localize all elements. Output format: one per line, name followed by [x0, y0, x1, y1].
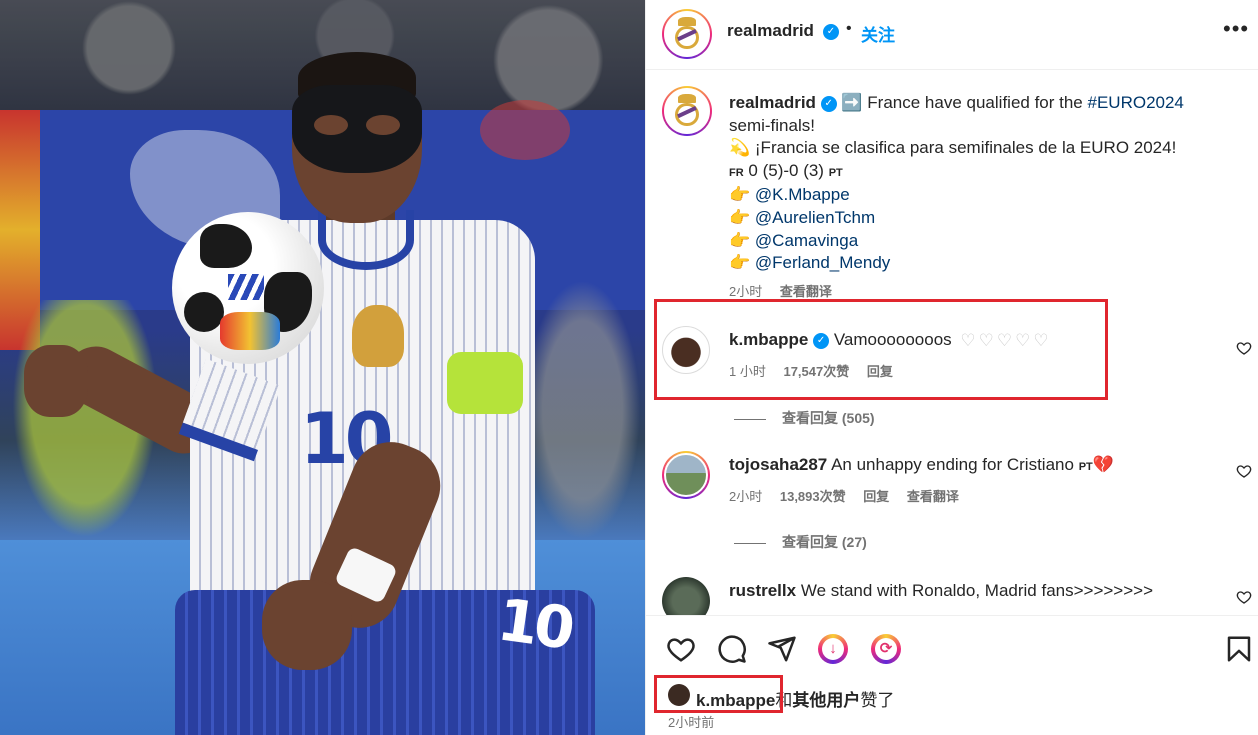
divider-line: [734, 418, 766, 420]
comment-icon[interactable]: [717, 634, 747, 664]
divider-line: [734, 542, 766, 544]
mention-link[interactable]: @K.Mbappe: [755, 185, 850, 204]
comment-likes[interactable]: 13,893次赞: [780, 489, 846, 504]
liked-end: 赞了: [860, 691, 895, 710]
share-icon[interactable]: [767, 634, 797, 664]
avatar-inner: [664, 11, 710, 57]
mention-link[interactable]: @AurelienTchm: [755, 208, 875, 227]
comment-suffix: PT: [1078, 461, 1093, 473]
repost-glyph: ⟳: [875, 638, 897, 660]
ball-panel: [220, 312, 280, 350]
more-options-icon[interactable]: •••: [1223, 16, 1249, 42]
score-text: 0 (5)-0 (3): [743, 160, 829, 180]
commenter-username[interactable]: tojosaha287: [729, 455, 827, 474]
score-pt: PT: [828, 166, 843, 179]
captain-armband: [447, 352, 523, 414]
reply-button[interactable]: 回复: [863, 489, 889, 504]
comment-time: 2小时: [729, 489, 763, 504]
spark-emoji: 💫: [729, 138, 751, 158]
comment-body: An unhappy ending for Cristiano: [831, 455, 1074, 474]
ball-panel: [200, 224, 252, 268]
mention-link[interactable]: @Ferland_Mendy: [755, 253, 890, 272]
repost-icon[interactable]: ⟳: [871, 634, 901, 664]
commenter-avatar[interactable]: [662, 451, 710, 499]
point-emoji: 👉: [729, 230, 751, 250]
real-madrid-crest-icon: [666, 90, 708, 132]
avatar-inner: [664, 453, 708, 497]
football: [172, 212, 324, 364]
liked-others-link[interactable]: 其他用户: [792, 691, 860, 710]
comment-like-icon[interactable]: [1236, 463, 1252, 479]
mask-eyehole: [314, 115, 348, 135]
highlight-box: [654, 675, 783, 713]
comment-text: tojosaha287 An unhappy ending for Cristi…: [729, 455, 1189, 475]
see-translation-button[interactable]: 查看翻译: [780, 284, 832, 299]
follow-button[interactable]: 关注: [861, 21, 895, 46]
comment-text: rustrellx We stand with Ronaldo, Madrid …: [729, 581, 1189, 601]
real-madrid-crest-icon: [666, 13, 708, 55]
arrow-emoji: ➡️: [841, 93, 863, 112]
view-replies-label: 查看回复 (505): [782, 410, 875, 426]
caption-avatar[interactable]: [662, 86, 712, 136]
highlight-box: [654, 299, 1108, 400]
shorts-number: 10: [493, 585, 576, 663]
player-hand: [262, 580, 352, 670]
avatar-inner: [664, 88, 710, 134]
view-replies-button[interactable]: 查看回复 (27): [734, 532, 867, 552]
caption-text: realmadrid ✓ ➡️ France have qualified fo…: [729, 92, 1209, 303]
post-image[interactable]: 10 10: [0, 0, 645, 735]
mask-eyehole: [366, 115, 400, 135]
caption-line2: ¡Francia se clasifica para semifinales d…: [750, 138, 1177, 158]
caption-time: 2小时: [729, 283, 763, 299]
player-fist: [24, 345, 88, 417]
commenter-avatar[interactable]: [662, 577, 710, 615]
ball-panel: [184, 292, 224, 332]
face-mask: [292, 85, 422, 173]
football-player: 10 10: [0, 0, 645, 735]
hashtag-link[interactable]: #EURO2024: [1088, 93, 1184, 112]
download-icon[interactable]: ↓: [818, 634, 848, 664]
caption-line1: France have qualified for the: [862, 93, 1088, 112]
comment-like-icon[interactable]: [1236, 340, 1252, 356]
comment-body: We stand with Ronaldo, Madrid fans>>>>>>…: [800, 581, 1154, 600]
verified-badge-icon: ✓: [820, 95, 837, 112]
commenter-username[interactable]: rustrellx: [729, 581, 796, 600]
caption-line1-end: semi-finals!: [729, 115, 815, 135]
author-avatar[interactable]: [662, 9, 712, 59]
post-detail-panel: realmadrid ✓ • 关注 ••• realmadrid ✓ ➡️ Fr…: [645, 0, 1258, 735]
verified-badge-icon: ✓: [823, 24, 839, 40]
comment-meta: 2小时 13,893次赞 回复 查看翻译: [729, 486, 973, 505]
point-emoji: 👉: [729, 253, 751, 273]
rooster-crest: [352, 305, 404, 367]
post-time-ago: 2小时前: [668, 715, 715, 730]
separator-dot: •: [846, 20, 852, 37]
view-replies-button[interactable]: 查看回复 (505): [734, 408, 875, 428]
broken-heart-emoji: 💔: [1092, 455, 1114, 474]
heart-icon[interactable]: [666, 634, 696, 664]
see-translation-button[interactable]: 查看翻译: [907, 489, 959, 504]
view-replies-label: 查看回复 (27): [782, 534, 867, 550]
point-emoji: 👉: [729, 207, 751, 227]
point-emoji: 👉: [729, 185, 751, 205]
mention-link[interactable]: @Camavinga: [755, 231, 858, 250]
comment-like-icon[interactable]: [1236, 589, 1252, 605]
score-fr: FR: [729, 166, 744, 179]
post-header: realmadrid ✓ • 关注 •••: [646, 0, 1258, 70]
bookmark-icon[interactable]: [1224, 634, 1254, 664]
author-username[interactable]: realmadrid: [727, 21, 814, 41]
caption-username[interactable]: realmadrid: [729, 93, 816, 112]
ball-logo: [228, 274, 264, 300]
comments-scroll-area[interactable]: realmadrid ✓ ➡️ France have qualified fo…: [646, 71, 1258, 615]
download-glyph: ↓: [822, 638, 844, 660]
